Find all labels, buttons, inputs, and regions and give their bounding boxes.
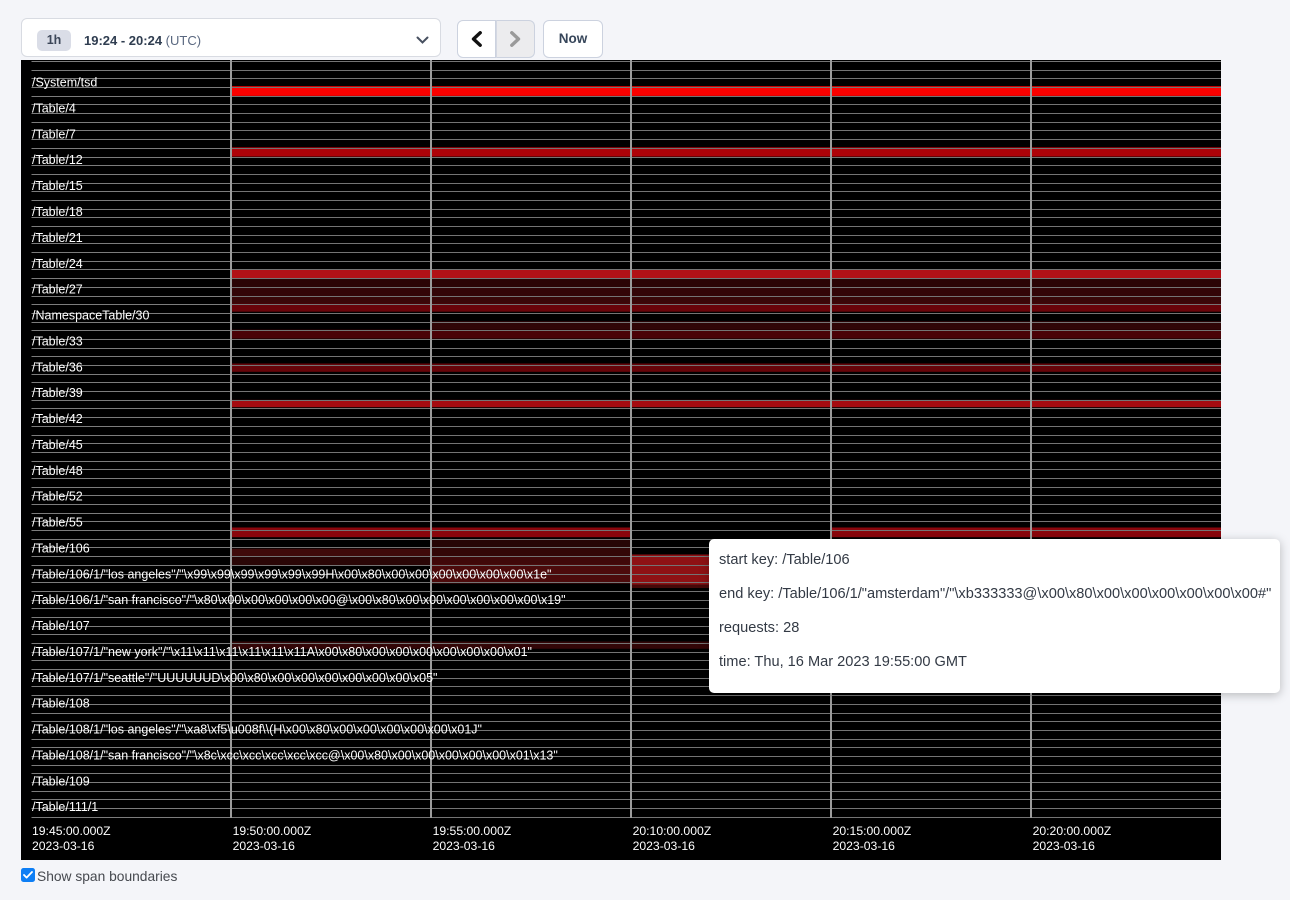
- svg-text:/Table/108/1/"san francisco"/": /Table/108/1/"san francisco"/"\x8c\xcc\x…: [32, 749, 558, 763]
- svg-text:/Table/39: /Table/39: [32, 386, 83, 400]
- svg-text:/Table/108/1/"los angeles"/"\x: /Table/108/1/"los angeles"/"\xa8\xf5\u00…: [32, 723, 482, 737]
- svg-text:2023-03-16: 2023-03-16: [633, 839, 696, 853]
- svg-text:/Table/107: /Table/107: [32, 619, 90, 633]
- svg-text:/Table/42: /Table/42: [32, 412, 83, 426]
- svg-text:/Table/36: /Table/36: [32, 360, 83, 374]
- svg-text:/Table/106/1/"los angeles"/"\x: /Table/106/1/"los angeles"/"\x99\x99\x99…: [32, 567, 551, 581]
- svg-text:2023-03-16: 2023-03-16: [833, 839, 896, 853]
- svg-text:19:55:00.000Z: 19:55:00.000Z: [433, 824, 512, 838]
- svg-text:/Table/109: /Table/109: [32, 774, 90, 788]
- svg-text:19:50:00.000Z: 19:50:00.000Z: [233, 824, 312, 838]
- svg-text:/Table/12: /Table/12: [32, 153, 83, 167]
- svg-text:/System/tsd: /System/tsd: [32, 76, 97, 90]
- svg-text:2023-03-16: 2023-03-16: [233, 839, 296, 853]
- svg-text:/Table/7: /Table/7: [32, 127, 76, 141]
- svg-text:/Table/48: /Table/48: [32, 464, 83, 478]
- svg-text:/Table/108: /Table/108: [32, 697, 90, 711]
- svg-text:20:15:00.000Z: 20:15:00.000Z: [833, 824, 912, 838]
- svg-text:/Table/27: /Table/27: [32, 283, 83, 297]
- svg-text:/Table/45: /Table/45: [32, 438, 83, 452]
- svg-text:19:45:00.000Z: 19:45:00.000Z: [32, 824, 111, 838]
- svg-text:/Table/106/1/"san francisco"/": /Table/106/1/"san francisco"/"\x80\x00\x…: [32, 593, 566, 607]
- svg-text:/NamespaceTable/30: /NamespaceTable/30: [32, 309, 149, 323]
- svg-text:/Table/107/1/"new york"/"\x11\: /Table/107/1/"new york"/"\x11\x11\x11\x1…: [32, 645, 532, 659]
- svg-text:2023-03-16: 2023-03-16: [1033, 839, 1096, 853]
- svg-text:/Table/24: /Table/24: [32, 257, 83, 271]
- svg-text:20:10:00.000Z: 20:10:00.000Z: [633, 824, 712, 838]
- svg-text:/Table/21: /Table/21: [32, 231, 83, 245]
- svg-text:/Table/4: /Table/4: [32, 102, 76, 116]
- svg-text:/Table/111/1: /Table/111/1: [32, 800, 98, 814]
- svg-text:/Table/52: /Table/52: [32, 490, 83, 504]
- svg-text:/Table/107/1/"seattle"/"UUUUUU: /Table/107/1/"seattle"/"UUUUUUD\x00\x80\…: [32, 671, 437, 685]
- svg-text:20:20:00.000Z: 20:20:00.000Z: [1033, 824, 1112, 838]
- svg-text:/Table/33: /Table/33: [32, 334, 83, 348]
- svg-text:2023-03-16: 2023-03-16: [433, 839, 496, 853]
- svg-text:/Table/18: /Table/18: [32, 205, 83, 219]
- svg-text:2023-03-16: 2023-03-16: [32, 839, 95, 853]
- svg-text:/Table/15: /Table/15: [32, 179, 83, 193]
- svg-text:/Table/106: /Table/106: [32, 541, 90, 555]
- svg-text:/Table/55: /Table/55: [32, 516, 83, 530]
